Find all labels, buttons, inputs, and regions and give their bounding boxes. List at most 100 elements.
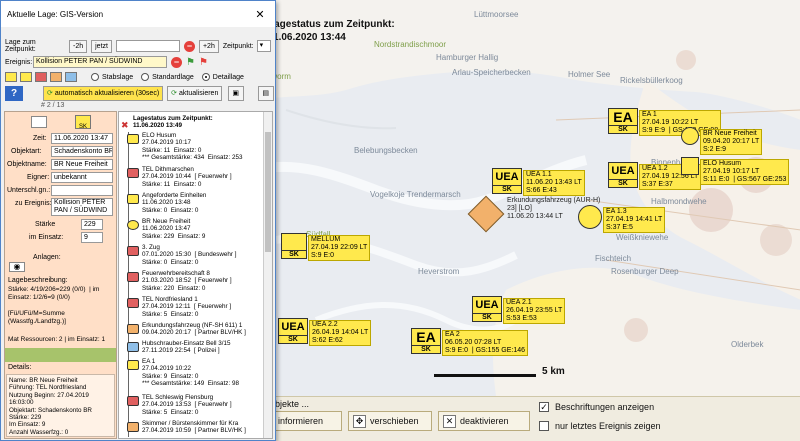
details-pane: SK Zeit: 11.06.2020 13:47 Objektart: Sch… <box>4 111 117 439</box>
zeit-label: Zeit: <box>33 135 47 142</box>
flag-green-icon[interactable]: ⚑ <box>186 57 195 68</box>
datetime-picker[interactable] <box>115 40 180 52</box>
map-vehicle-erkundungsfahrzeug[interactable]: Erkundungsfahrzeug (AUR-H) 23] [LO] 11.0… <box>467 195 601 233</box>
unit-symbol: EA SK <box>608 108 638 134</box>
deaktivieren-button[interactable]: ✕ deaktivieren <box>438 411 530 431</box>
place-label: Vogelkoje Trendermarsch <box>370 190 461 199</box>
plus2h-button[interactable]: +2h <box>198 39 219 53</box>
export-icon[interactable]: ▣ <box>228 86 245 101</box>
vehicle-icon <box>127 324 139 334</box>
zeitpunkt-dropdown[interactable]: ▾ <box>256 40 271 52</box>
status-tree[interactable]: ✖ Lagestatus zum Zeitpunkt: 11.06.2020 1… <box>118 111 273 439</box>
einsatz-field[interactable]: 9 <box>81 232 103 243</box>
place-label: Nordstrandischmoor <box>374 40 447 49</box>
eye-icon[interactable]: ◉ <box>9 262 25 272</box>
details-label: Details: <box>8 364 32 371</box>
unit-symbol: UEA SK <box>472 296 502 322</box>
auto-update-button[interactable]: ⟳ automatisch aktualisieren (30sec) <box>43 86 164 101</box>
tree-scrollbar[interactable] <box>263 112 272 438</box>
map-unit-elo-husum[interactable]: ELO Husum 27.04.19 10:17 LT S:11 E:0 | G… <box>681 157 790 185</box>
checkbox-checked: ✓ <box>539 402 549 412</box>
unterschl-field[interactable] <box>51 185 113 196</box>
map-unit-mellum[interactable]: SK MELLUM 27.04.19 22:09 LT S:9 E:0 <box>281 233 371 261</box>
scale-label: 5 km <box>542 366 565 377</box>
minus2h-button[interactable]: -2h <box>69 39 88 53</box>
checkbox-unchecked <box>539 421 549 431</box>
radio-stabslage[interactable]: Stabslage <box>91 73 133 81</box>
beschriftungen-checkbox[interactable]: ✓ Beschriftungen anzeigen <box>539 402 654 412</box>
record-counter: # 2 / 13 <box>41 102 65 109</box>
helicopter-icon <box>127 342 139 352</box>
place-label: Lüttmoorsee <box>474 10 519 19</box>
map-unit-uea11[interactable]: UEA SK UEA 1.1 11.06.20 13:43 LT S:66 E:… <box>492 168 585 196</box>
vehicle-label: Erkundungsfahrzeug (AUR-H) 23] [LO] 11.0… <box>507 197 601 220</box>
time-label: Lage zum Zeitpunkt: <box>5 39 36 53</box>
skimmer-icon <box>127 422 139 432</box>
anlagen-label: Anlagen: <box>33 254 61 261</box>
ea-symbol-icon[interactable] <box>5 72 17 82</box>
staerke-field[interactable]: 229 <box>81 219 103 230</box>
zeit-field[interactable]: 11.06.2020 13:47 <box>51 133 113 144</box>
event-select[interactable]: Kollision PETER PAN / SÜDWIND <box>33 56 167 68</box>
details-text: Name: BR Neue Freiheit Führung: TEL Nord… <box>9 377 92 436</box>
objektname-label: Objektname: <box>7 161 47 168</box>
unit-type-icon <box>127 220 139 230</box>
map-locate-icon[interactable] <box>31 116 47 128</box>
fire-brigade-icon <box>127 396 139 406</box>
clear-icon[interactable]: − <box>183 40 195 52</box>
unit-label: MELLUM 27.04.19 22:09 LT S:9 E:0 <box>308 235 371 261</box>
place-label: Rosenburger Deep <box>611 267 679 276</box>
update-button[interactable]: ⟳ aktualisieren <box>167 86 223 101</box>
unit-symbol: UEA SK <box>278 318 308 344</box>
scale-line <box>434 374 536 377</box>
map-unit-ea2[interactable]: EA SK EA 2 06.05.20 07:28 LT S:9 E:0 | G… <box>411 328 529 356</box>
warning-symbol-icon[interactable] <box>20 72 32 82</box>
action-row: ? ⟳ automatisch aktualisieren (30sec) ⟳ … <box>5 86 275 101</box>
event-row: Ereignis: Kollision PETER PAN / SÜDWIND … <box>5 56 208 68</box>
unit-symbol: UEA SK <box>608 162 638 188</box>
unit-symbol <box>681 157 699 175</box>
army-icon <box>127 246 139 256</box>
partner-symbol-icon[interactable] <box>50 72 62 82</box>
place-label: Arlau-Speicherbecken <box>452 68 531 77</box>
lagebeschreibung-text: Stärke: 4/19/206=229 (0/0) | im Einsatz:… <box>8 286 100 325</box>
eigner-field[interactable]: unbekannt <box>51 172 113 183</box>
unit-label: UEA 1.1 11.06.20 13:43 LT S:66 E:43 <box>523 170 585 196</box>
unit-type-icon <box>127 134 139 144</box>
flag-red-icon[interactable]: ⚑ <box>199 57 208 68</box>
event-label: Ereignis: <box>5 58 33 66</box>
move-icon: ✥ <box>353 414 366 428</box>
help-icon[interactable]: ? <box>5 86 23 101</box>
window-titlebar: Aktuelle Lage: GIS-Version ✕ <box>1 1 275 27</box>
scroll-thumb[interactable] <box>265 132 271 252</box>
map-unit-uea22[interactable]: UEA SK UEA 2.2 26.04.19 14:04 LT S:62 E:… <box>278 318 372 346</box>
verschieben-button[interactable]: ✥ verschieben <box>348 411 432 431</box>
place-label: Holmer See <box>568 70 611 79</box>
app-stage: Lagestatus zum Zeitpunkt: 11.06.2020 13:… <box>0 0 800 441</box>
objektart-label: Objektart: <box>11 148 42 155</box>
unterschl-label: Unterschl.gn.: <box>7 187 51 194</box>
ereignis-field[interactable]: Kollision PETER PAN / SÜDWIND <box>51 198 113 216</box>
objektart-field[interactable]: Schadenskonto BR <box>51 146 113 157</box>
unit-label: ELO Husum 27.04.19 10:17 LT S:11 E:0 | G… <box>700 159 790 185</box>
window-title: Aktuelle Lage: GIS-Version <box>7 9 104 19</box>
fire-brigade-icon <box>127 272 139 282</box>
print-icon[interactable]: ▤ <box>258 86 275 101</box>
fire-symbol-icon[interactable] <box>35 72 47 82</box>
objektname-field[interactable]: BR Neue Freiheit <box>51 159 113 170</box>
details-box: Name: BR Neue Freiheit Führung: TEL Nord… <box>6 374 115 437</box>
unit-label: UEA 2.2 26.04.19 14:04 LT S:62 E:62 <box>309 320 372 346</box>
now-button[interactable]: jetzt <box>91 39 112 53</box>
police-symbol-icon[interactable] <box>65 72 77 82</box>
map-unit-uea21[interactable]: UEA SK UEA 2.1 26.04.19 23:55 LT S:53 E:… <box>472 296 566 324</box>
fire-brigade-icon <box>127 298 139 308</box>
place-label: Olderbek <box>731 340 764 349</box>
radio-standardlage[interactable]: Standardlage <box>141 73 194 81</box>
nur-letztes-checkbox[interactable]: nur letztes Ereignis zeigen <box>539 421 661 431</box>
close-icon[interactable]: ✕ <box>245 5 275 23</box>
radio-detaillage[interactable]: Detaillage <box>201 73 244 81</box>
map-unit-br-neue-freiheit[interactable]: BR Neue Freiheit 09.04.20 20:17 LT S:2 E… <box>681 127 763 155</box>
remove-event-icon[interactable]: − <box>171 56 182 68</box>
map-view[interactable]: Lagestatus zum Zeitpunkt: 11.06.2020 13:… <box>255 0 800 441</box>
staerke-label: Stärke <box>35 221 56 228</box>
